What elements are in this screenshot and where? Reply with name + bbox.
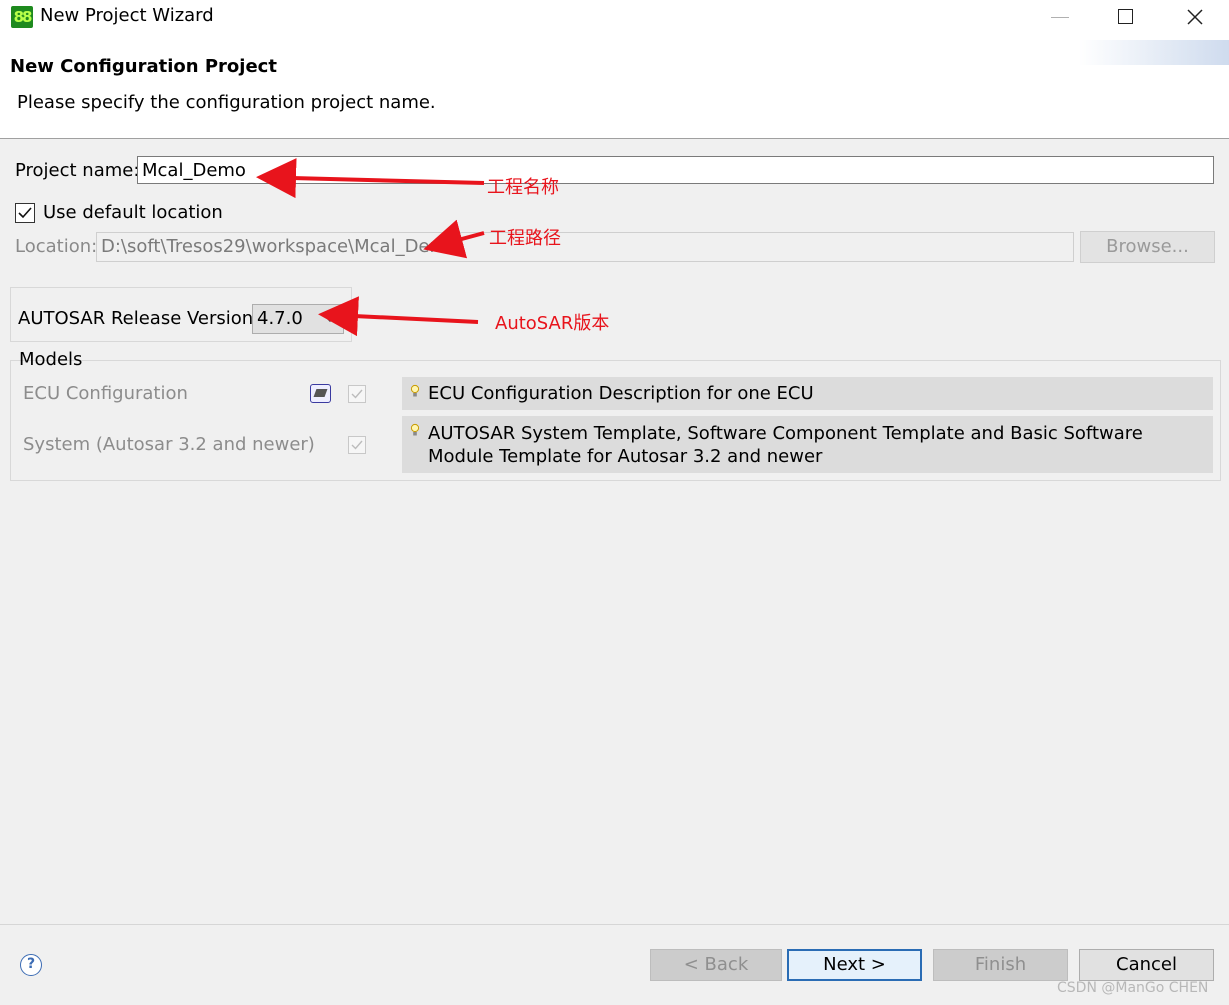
finish-button: Finish (933, 949, 1068, 981)
back-button: < Back (650, 949, 782, 981)
annotation-arrow-path (423, 219, 485, 259)
watermark: CSDN @ManGo CHEN (1057, 980, 1209, 996)
cancel-button[interactable]: Cancel (1079, 949, 1214, 981)
bottom-separator (0, 924, 1229, 925)
help-button[interactable]: ? (20, 954, 42, 976)
annotation-arrow-version (318, 296, 479, 337)
annotation-project-path: 工程路径 (489, 228, 561, 249)
annotation-autosar-version: AutoSAR版本 (495, 313, 610, 334)
next-button[interactable]: Next > (787, 949, 922, 981)
annotation-arrows (256, 158, 485, 337)
annotation-project-name: 工程名称 (487, 177, 559, 198)
annotation-arrow-name (256, 158, 485, 199)
